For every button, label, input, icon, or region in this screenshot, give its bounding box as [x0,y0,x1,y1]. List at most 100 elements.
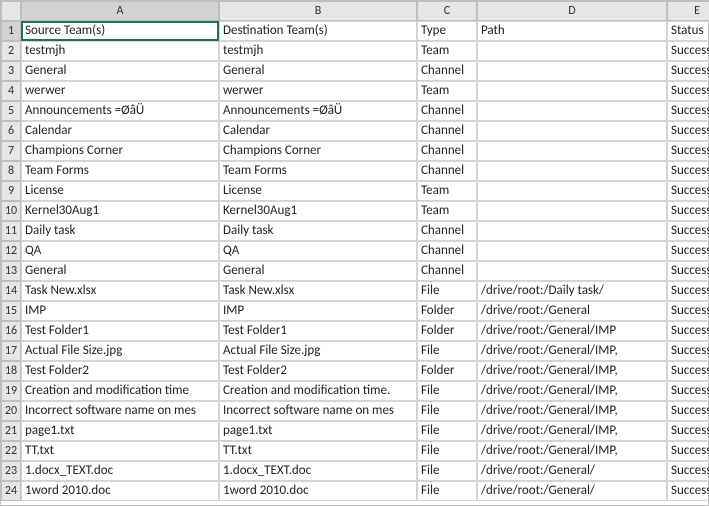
cell-A14[interactable]: Task New.xlsx [21,281,219,301]
cell-D5[interactable] [477,101,667,121]
cell-E11[interactable]: Success [667,221,709,241]
cell-B5[interactable]: Announcements =ØâÜ [219,101,417,121]
row-header-18[interactable]: 18 [1,361,21,381]
cell-A4[interactable]: werwer [21,81,219,101]
cell-B2[interactable]: testmjh [219,41,417,61]
cell-C21[interactable]: File [417,421,477,441]
cell-D4[interactable] [477,81,667,101]
cell-A11[interactable]: Daily task [21,221,219,241]
cell-D21[interactable]: /drive/root:/General/IMP, [477,421,667,441]
row-header-3[interactable]: 3 [1,61,21,81]
cell-B22[interactable]: TT.txt [219,441,417,461]
cell-E20[interactable]: Success [667,401,709,421]
cell-D14[interactable]: /drive/root:/Daily task/ [477,281,667,301]
cell-E22[interactable]: Success [667,441,709,461]
row-header-4[interactable]: 4 [1,81,21,101]
cell-C6[interactable]: Channel [417,121,477,141]
cell-E10[interactable]: Success [667,201,709,221]
cell-C3[interactable]: Channel [417,61,477,81]
select-all-corner[interactable] [1,1,21,21]
cell-D15[interactable]: /drive/root:/General [477,301,667,321]
cell-B6[interactable]: Calendar [219,121,417,141]
cell-A22[interactable]: TT.txt [21,441,219,461]
cell-A8[interactable]: Team Forms [21,161,219,181]
cell-A17[interactable]: Actual File Size.jpg [21,341,219,361]
cell-B8[interactable]: Team Forms [219,161,417,181]
cell-B24[interactable]: 1word 2010.doc [219,481,417,501]
cell-A13[interactable]: General [21,261,219,281]
cell-B19[interactable]: Creation and modification time. [219,381,417,401]
cell-B7[interactable]: Champions Corner [219,141,417,161]
cell-E23[interactable]: Success [667,461,709,481]
cell-C22[interactable]: File [417,441,477,461]
cell-A10[interactable]: Kernel30Aug1 [21,201,219,221]
cell-A2[interactable]: testmjh [21,41,219,61]
cell-D13[interactable] [477,261,667,281]
cell-D3[interactable] [477,61,667,81]
column-header-C[interactable]: C [417,1,477,21]
cell-D19[interactable]: /drive/root:/General/IMP, [477,381,667,401]
cell-A19[interactable]: Creation and modification time [21,381,219,401]
cell-C10[interactable]: Team [417,201,477,221]
cell-B23[interactable]: 1.docx_TEXT.doc [219,461,417,481]
cell-A18[interactable]: Test Folder2 [21,361,219,381]
cell-D18[interactable]: /drive/root:/General/IMP, [477,361,667,381]
cell-A12[interactable]: QA [21,241,219,261]
cell-A21[interactable]: page1.txt [21,421,219,441]
cell-D17[interactable]: /drive/root:/General/IMP, [477,341,667,361]
cell-B4[interactable]: werwer [219,81,417,101]
cell-B20[interactable]: Incorrect software name on mes [219,401,417,421]
column-header-A[interactable]: A [21,1,219,21]
cell-E13[interactable]: Success [667,261,709,281]
cell-B13[interactable]: General [219,261,417,281]
cell-C19[interactable]: File [417,381,477,401]
cell-C12[interactable]: Channel [417,241,477,261]
cell-D11[interactable] [477,221,667,241]
cell-B3[interactable]: General [219,61,417,81]
row-header-1[interactable]: 1 [1,21,21,41]
cell-D10[interactable] [477,201,667,221]
cell-E17[interactable]: Success [667,341,709,361]
row-header-8[interactable]: 8 [1,161,21,181]
cell-C5[interactable]: Channel [417,101,477,121]
cell-E18[interactable]: Success [667,361,709,381]
cell-E15[interactable]: Success [667,301,709,321]
cell-A9[interactable]: License [21,181,219,201]
cell-A15[interactable]: IMP [21,301,219,321]
cell-A6[interactable]: Calendar [21,121,219,141]
cell-B16[interactable]: Test Folder1 [219,321,417,341]
cell-A23[interactable]: 1.docx_TEXT.doc [21,461,219,481]
cell-A20[interactable]: Incorrect software name on mes [21,401,219,421]
cell-E16[interactable]: Success [667,321,709,341]
cell-D8[interactable] [477,161,667,181]
cell-E5[interactable]: Success [667,101,709,121]
cell-B14[interactable]: Task New.xlsx [219,281,417,301]
cell-C16[interactable]: Folder [417,321,477,341]
row-header-10[interactable]: 10 [1,201,21,221]
row-header-23[interactable]: 23 [1,461,21,481]
cell-D1[interactable]: Path [477,21,667,41]
cell-D20[interactable]: /drive/root:/General/IMP, [477,401,667,421]
row-header-16[interactable]: 16 [1,321,21,341]
cell-E1[interactable]: Status [667,21,709,41]
cell-D12[interactable] [477,241,667,261]
cell-E24[interactable]: Success [667,481,709,501]
row-header-22[interactable]: 22 [1,441,21,461]
row-header-21[interactable]: 21 [1,421,21,441]
cell-E21[interactable]: Success [667,421,709,441]
row-header-7[interactable]: 7 [1,141,21,161]
row-header-17[interactable]: 17 [1,341,21,361]
cell-B18[interactable]: Test Folder2 [219,361,417,381]
cell-E6[interactable]: Success [667,121,709,141]
cell-B11[interactable]: Daily task [219,221,417,241]
cell-C14[interactable]: File [417,281,477,301]
cell-A7[interactable]: Champions Corner [21,141,219,161]
cell-E3[interactable]: Success [667,61,709,81]
cell-C18[interactable]: Folder [417,361,477,381]
cell-C13[interactable]: Channel [417,261,477,281]
cell-E7[interactable]: Success [667,141,709,161]
cell-C20[interactable]: File [417,401,477,421]
row-header-12[interactable]: 12 [1,241,21,261]
cell-D7[interactable] [477,141,667,161]
cell-C2[interactable]: Team [417,41,477,61]
